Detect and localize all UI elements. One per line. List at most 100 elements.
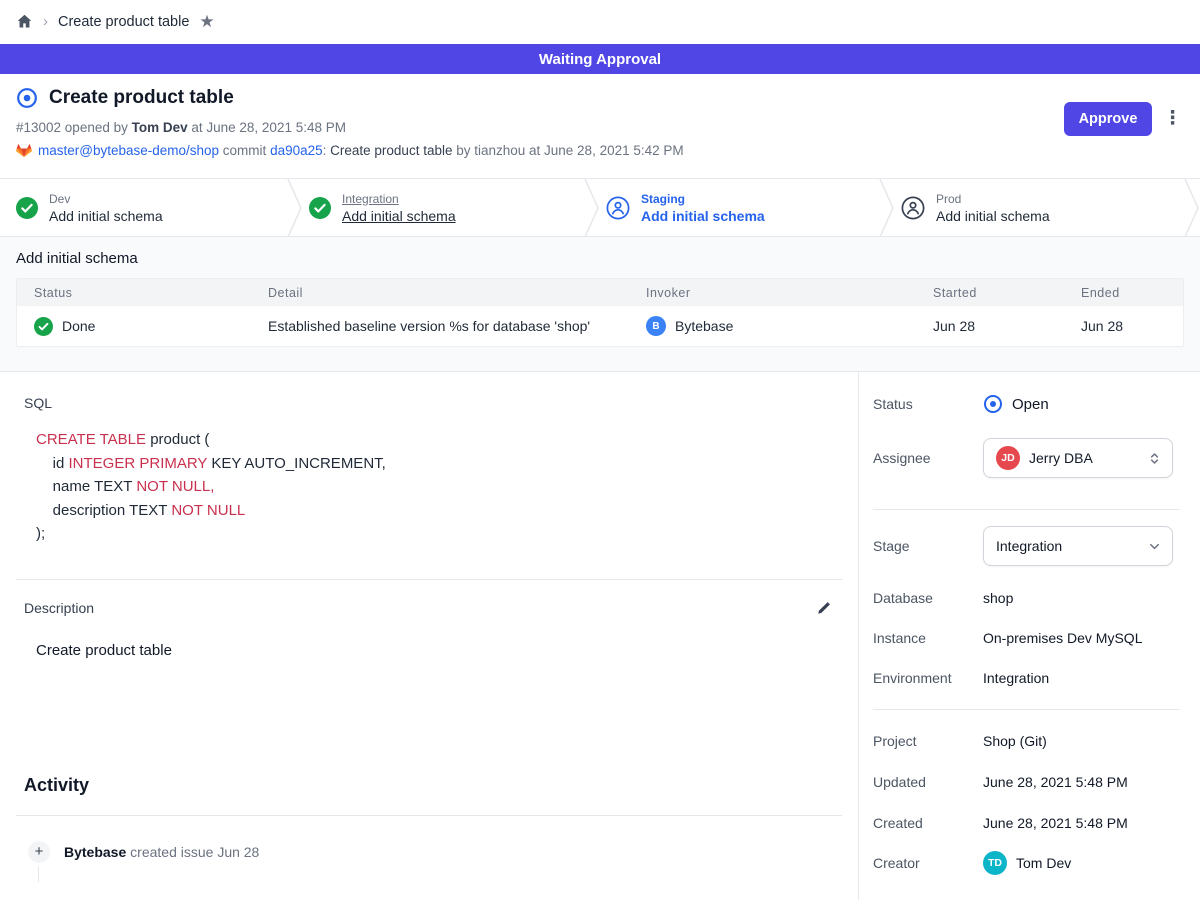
sql-code-block: CREATE TABLE product ( id INTEGER PRIMAR…	[36, 428, 858, 546]
check-circle-icon	[34, 317, 53, 336]
column-invoker: Invoker	[629, 286, 916, 300]
stage-pipeline: Dev Add initial schema Integration Add ini…	[0, 178, 1200, 237]
bytebase-issue-page: › Create product table ★ Waiting Approva…	[0, 0, 1200, 900]
assignee-select[interactable]: JD Jerry DBA	[983, 438, 1173, 478]
stage-env-label: Staging	[641, 192, 765, 206]
column-started: Started	[916, 286, 1064, 300]
activity-title: Activity	[24, 775, 858, 796]
description-text: Create product table	[36, 642, 858, 659]
project-label: Project	[873, 733, 983, 749]
task-section-title: Add initial schema	[16, 250, 1200, 267]
instance-value: On-premises Dev MySQL	[983, 630, 1142, 646]
activity-item: + Bytebase created issue Jun 28	[28, 841, 858, 863]
updated-value: June 28, 2021 5:48 PM	[983, 774, 1128, 790]
commit-text: master@bytebase-demo/shop commit da90a25…	[38, 143, 684, 158]
divider	[16, 815, 842, 816]
plus-icon: +	[28, 841, 50, 863]
activity-text: Bytebase created issue Jun 28	[64, 844, 259, 860]
edit-pencil-icon[interactable]	[816, 600, 832, 616]
check-circle-icon	[309, 197, 331, 219]
divider	[873, 509, 1180, 510]
issue-open-icon	[16, 87, 38, 109]
issue-author: Tom Dev	[132, 120, 188, 135]
instance-label: Instance	[873, 630, 983, 646]
main-content: SQL CREATE TABLE product ( id INTEGER PR…	[0, 372, 858, 900]
created-label: Created	[873, 815, 983, 831]
project-value[interactable]: Shop (Git)	[983, 733, 1047, 749]
stage-task-label: Add initial schema	[49, 208, 163, 224]
task-table-header: Status Detail Invoker Started Ended	[17, 279, 1183, 306]
stage-select[interactable]: Integration	[983, 526, 1173, 566]
issue-header: Create product table #13002 opened by To…	[0, 74, 1200, 178]
check-circle-icon	[16, 197, 38, 219]
kebab-menu-icon[interactable]: ⋮	[1163, 107, 1182, 131]
status-cell: Done	[17, 317, 251, 336]
avatar: TD	[983, 851, 1007, 875]
chevron-down-icon	[1147, 539, 1162, 554]
divider	[873, 709, 1180, 710]
column-ended: Ended	[1064, 286, 1183, 300]
chevron-up-down-icon	[1147, 451, 1162, 466]
stage-env-label: Dev	[49, 192, 163, 206]
home-icon[interactable]	[16, 13, 33, 30]
invoker-name: Bytebase	[675, 318, 733, 334]
stage-env-label: Integration	[342, 192, 456, 206]
breadcrumb-page-title: Create product table	[58, 14, 189, 30]
status-banner: Waiting Approval	[0, 44, 1200, 74]
stage-env-label: Prod	[936, 192, 1050, 206]
avatar: B	[646, 316, 666, 336]
divider	[16, 579, 842, 580]
task-table: Status Detail Invoker Started Ended Done…	[16, 278, 1184, 347]
ended-cell: Jun 28	[1064, 318, 1183, 334]
table-row: Done Established baseline version %s for…	[17, 306, 1183, 346]
issue-sidebar: Status Open Assignee JD Jerry DBA Stage	[858, 372, 1200, 900]
avatar: JD	[996, 446, 1020, 470]
stage-separator-chevron	[1184, 179, 1200, 237]
stage-separator-chevron	[879, 179, 895, 237]
stage-integration[interactable]: Integration Add initial schema	[293, 179, 590, 236]
pending-user-icon	[901, 196, 925, 220]
approve-button[interactable]: Approve	[1064, 102, 1152, 136]
sql-section-label: SQL	[24, 395, 858, 411]
stage-staging[interactable]: Staging Add initial schema	[590, 179, 885, 236]
stage-separator-chevron	[584, 179, 600, 237]
stage-dev[interactable]: Dev Add initial schema	[0, 179, 293, 236]
commit-hash-link[interactable]: da90a25	[270, 143, 323, 158]
branch-link[interactable]: master@bytebase-demo/shop	[38, 143, 219, 158]
issue-meta: #13002 opened by Tom Dev at June 28, 202…	[16, 120, 1184, 135]
started-cell: Jun 28	[916, 318, 1064, 334]
updated-label: Updated	[873, 774, 983, 790]
description-label: Description	[24, 600, 94, 616]
banner-text: Waiting Approval	[539, 51, 661, 68]
invoker-cell: B Bytebase	[629, 316, 916, 336]
stage-task-label: Add initial schema	[641, 208, 765, 224]
creator-value: TD Tom Dev	[983, 851, 1071, 875]
breadcrumb: › Create product table ★	[16, 13, 215, 30]
status-label: Status	[873, 396, 983, 412]
database-label: Database	[873, 590, 983, 606]
assignee-label: Assignee	[873, 450, 983, 466]
stage-prod[interactable]: Prod Add initial schema	[885, 179, 1200, 236]
breadcrumb-chevron-icon: ›	[43, 13, 48, 30]
column-detail: Detail	[251, 286, 629, 300]
stage-task-label: Add initial schema	[936, 208, 1050, 224]
issue-title: Create product table	[49, 87, 234, 109]
status-text: Done	[62, 318, 95, 334]
task-section: Add initial schema Status Detail Invoker…	[0, 237, 1200, 372]
gitlab-icon	[16, 143, 32, 158]
activity-timeline	[38, 866, 39, 882]
bookmark-star-icon[interactable]: ★	[199, 13, 214, 30]
column-status: Status	[17, 286, 251, 300]
commit-row: master@bytebase-demo/shop commit da90a25…	[16, 143, 1184, 158]
environment-value: Integration	[983, 670, 1049, 686]
environment-label: Environment	[873, 670, 983, 686]
database-value: shop	[983, 590, 1013, 606]
stage-task-label: Add initial schema	[342, 208, 456, 224]
created-value: June 28, 2021 5:48 PM	[983, 815, 1128, 831]
open-status-icon	[983, 394, 1003, 414]
commit-message: Create product table	[330, 143, 456, 158]
stage-label: Stage	[873, 538, 983, 554]
pending-user-icon	[606, 196, 630, 220]
detail-cell: Established baseline version %s for data…	[251, 318, 629, 334]
status-value: Open	[983, 394, 1049, 414]
